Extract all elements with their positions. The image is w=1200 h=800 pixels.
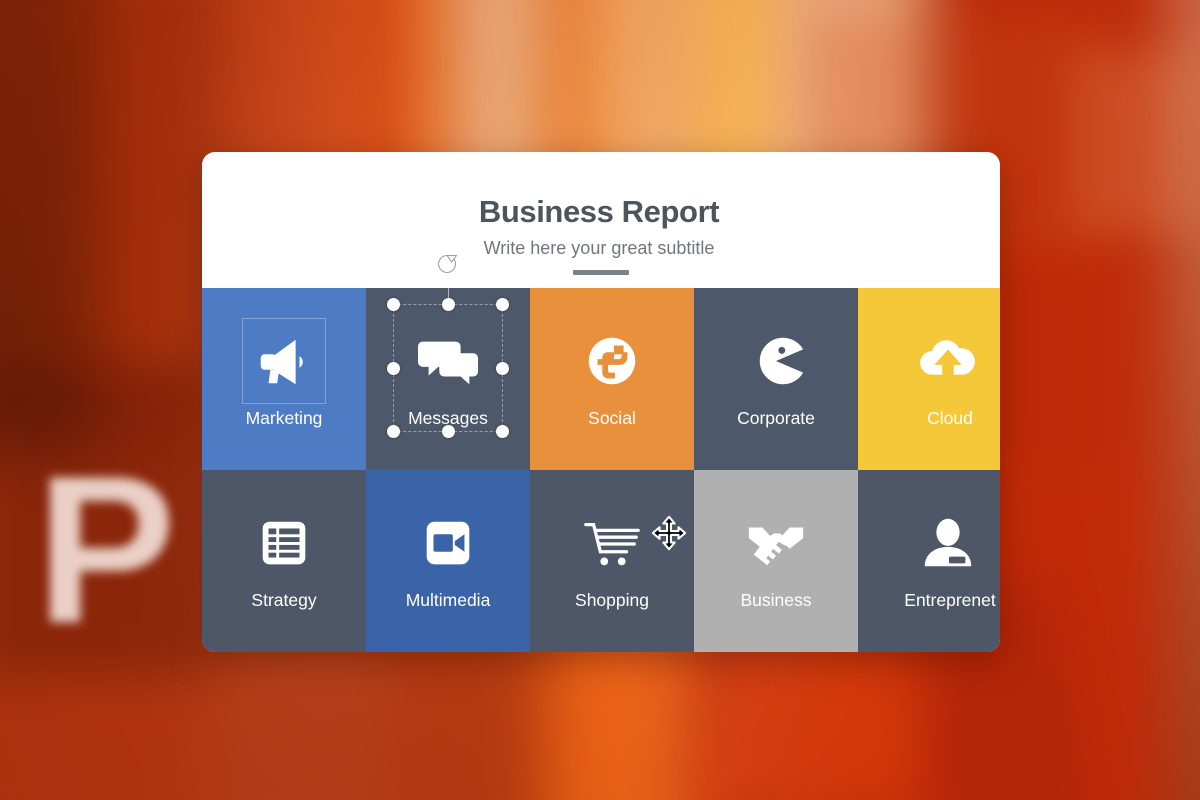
resize-handle-top-center[interactable] <box>441 298 455 311</box>
tile-label: Marketing <box>245 407 323 428</box>
slide-header: Business Report Write here your great su… <box>202 152 1000 288</box>
tile-marketing[interactable]: Marketing <box>202 288 366 470</box>
tile-grid: Marketing Messages Social Corporate Clou… <box>202 254 1000 652</box>
slide-card[interactable]: Business Report Write here your great su… <box>202 152 1000 652</box>
tile-shopping[interactable]: Shopping <box>530 470 694 652</box>
resize-handle-bottom-right[interactable] <box>496 425 509 438</box>
tile-corporate[interactable]: Corporate <box>694 288 858 470</box>
tile-business[interactable]: Business <box>694 470 858 652</box>
tile-label: Messages <box>408 407 488 428</box>
page-subtitle[interactable]: Write here your great subtitle <box>202 238 1000 259</box>
resize-handle-top-right[interactable] <box>496 298 509 311</box>
pacman-icon <box>745 330 807 392</box>
inner-selection-outline <box>242 317 326 404</box>
megaphone-icon <box>242 317 326 404</box>
resize-handle-bottom-left[interactable] <box>387 425 400 438</box>
title-underline-rule <box>573 270 629 275</box>
person-tie-icon <box>917 512 979 574</box>
tile-label: Multimedia <box>405 589 491 610</box>
powerpoint-logo: P <box>36 432 176 667</box>
cloud-upload-icon <box>917 330 979 392</box>
tile-label: Business <box>740 589 812 610</box>
video-camera-icon <box>417 512 479 574</box>
list-table-icon <box>253 512 315 574</box>
resize-handle-top-left[interactable] <box>387 298 400 311</box>
tile-label: Strategy <box>251 589 317 610</box>
chat-bubbles-icon <box>417 330 479 392</box>
tile-messages[interactable]: Messages <box>366 254 530 470</box>
tile-cloud[interactable]: Cloud <box>858 288 1000 470</box>
tile-label: Entreprenet <box>904 589 996 610</box>
tile-social[interactable]: Social <box>530 288 694 470</box>
page-title[interactable]: Business Report <box>202 194 1000 230</box>
tile-label: Shopping <box>575 589 649 610</box>
resize-handle-middle-left[interactable] <box>387 361 400 375</box>
twitter-bird-icon <box>581 330 643 392</box>
tile-label: Social <box>588 407 636 428</box>
tile-strategy[interactable]: Strategy <box>202 470 366 652</box>
resize-handle-middle-right[interactable] <box>496 361 509 375</box>
handshake-icon <box>745 512 807 574</box>
tile-multimedia[interactable]: Multimedia <box>366 470 530 652</box>
shopping-cart-icon <box>581 512 643 574</box>
tile-entrepreneur[interactable]: Entreprenet <box>858 470 1000 652</box>
tile-label: Cloud <box>927 407 973 428</box>
tile-label: Corporate <box>737 407 815 428</box>
